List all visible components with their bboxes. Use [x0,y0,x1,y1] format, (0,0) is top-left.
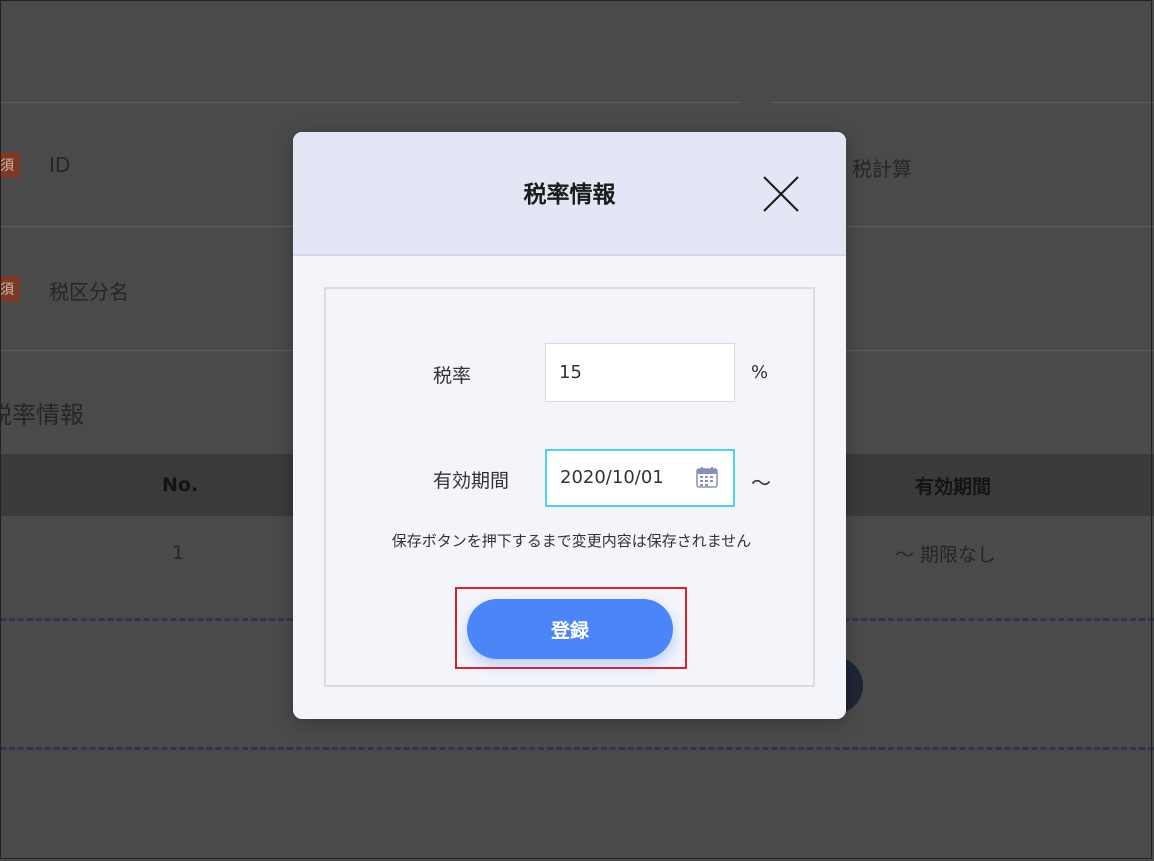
tax-category-label: 税区分名 [49,280,129,304]
divider [772,102,1154,103]
required-badge: 須 [0,152,20,178]
tax-rate-modal: 税率情報 税率 % 有効期間 2020/10/01 [293,132,846,719]
cell-period: 〜 期限なし [895,544,997,566]
close-icon [763,176,799,212]
th-no: No. [162,474,199,496]
save-note: 保存ボタンを押下するまで変更内容は保存されません [391,532,752,550]
percent-unit: % [751,362,769,383]
dashed-divider [0,747,1154,750]
cell-no: 1 [172,542,185,564]
tax-rate-label: 税率 [433,365,472,387]
start-date-input[interactable]: 2020/10/01 [545,449,735,507]
id-label: ID [49,153,71,177]
divider [0,102,740,103]
period-tilde: 〜 [751,471,771,495]
valid-period-label: 有効期間 [433,470,510,492]
register-button[interactable]: 登録 [467,599,673,659]
required-badge: 須 [0,276,20,302]
form-panel: 税率 % 有効期間 2020/10/01 〜 保存ボタンを押下するまで変更内容は… [324,287,815,687]
tax-calc-label: 税計算 [852,157,912,181]
th-period: 有効期間 [915,476,992,498]
section-title: 税率情報 [0,401,84,429]
close-button[interactable] [759,172,803,216]
tax-rate-input[interactable] [545,343,735,402]
calendar-icon[interactable] [695,465,719,489]
start-date-value: 2020/10/01 [560,467,664,488]
modal-header: 税率情報 [293,132,846,256]
